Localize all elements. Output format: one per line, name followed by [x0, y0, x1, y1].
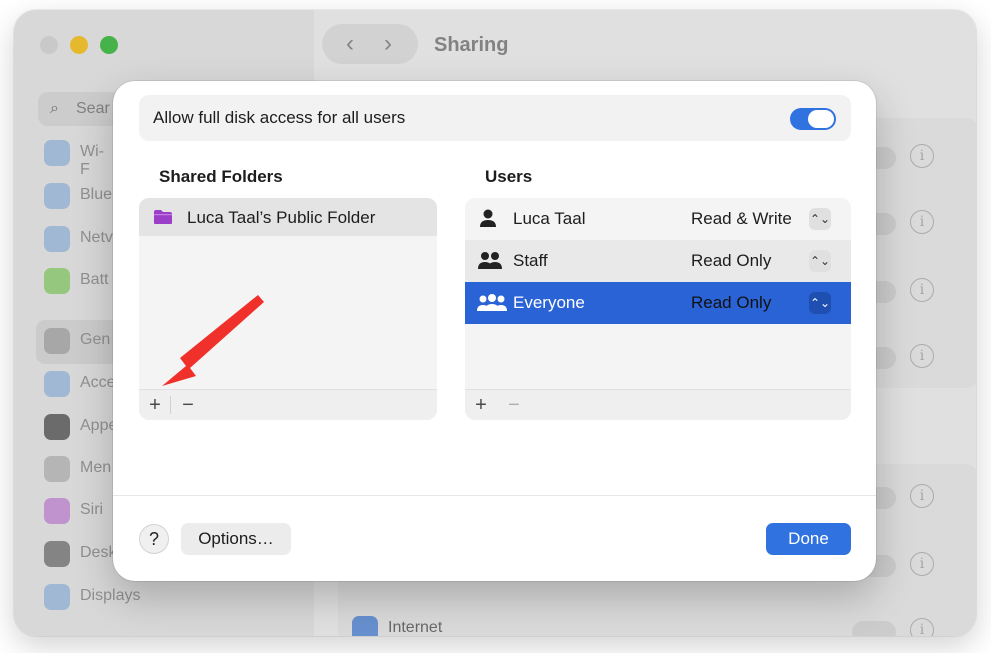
permission-stepper-icon[interactable]: ⌃⌄ — [809, 208, 831, 230]
annotation-arrow-icon — [162, 295, 264, 386]
full-disk-access-label: Allow full disk access for all users — [153, 108, 406, 127]
users-header: Users — [485, 167, 533, 186]
permission-stepper-icon[interactable]: ⌃⌄ — [809, 250, 831, 272]
group-icon — [478, 252, 502, 269]
folder-name: Luca Taal’s Public Folder — [187, 208, 376, 227]
table-row[interactable]: Luca Taal Read & Write ⌃⌄ — [465, 198, 851, 240]
options-button[interactable]: Options… — [181, 523, 291, 555]
table-row[interactable]: Staff Read Only ⌃⌄ — [465, 240, 851, 282]
folder-icon — [154, 210, 172, 224]
users-add-remove-bar: + − — [465, 389, 851, 420]
shared-folders-header: Shared Folders — [159, 167, 283, 186]
full-disk-access-row: Allow full disk access for all users — [139, 95, 851, 141]
full-disk-access-toggle[interactable] — [790, 108, 836, 130]
add-user-button[interactable]: + — [470, 394, 492, 417]
user-permission[interactable]: Read Only — [691, 293, 771, 313]
user-permission[interactable]: Read Only — [691, 251, 771, 271]
list-item[interactable]: Luca Taal’s Public Folder — [139, 198, 437, 236]
permission-stepper-icon[interactable]: ⌃⌄ — [809, 292, 831, 314]
user-name: Everyone — [513, 293, 585, 312]
user-name: Staff — [513, 251, 548, 270]
table-row[interactable]: Everyone Read Only ⌃⌄ — [465, 282, 851, 324]
remove-user-button[interactable]: − — [503, 394, 525, 417]
user-name: Luca Taal — [513, 209, 586, 228]
single-user-icon — [480, 209, 496, 227]
done-button[interactable]: Done — [766, 523, 851, 555]
sheet-divider — [113, 495, 876, 496]
user-permission[interactable]: Read & Write — [691, 209, 792, 229]
help-button[interactable]: ? — [139, 524, 169, 554]
users-list: Luca Taal Read & Write ⌃⌄ Staff Read Onl… — [465, 198, 851, 420]
toggle-knob — [808, 110, 834, 128]
everyone-icon — [477, 294, 507, 311]
